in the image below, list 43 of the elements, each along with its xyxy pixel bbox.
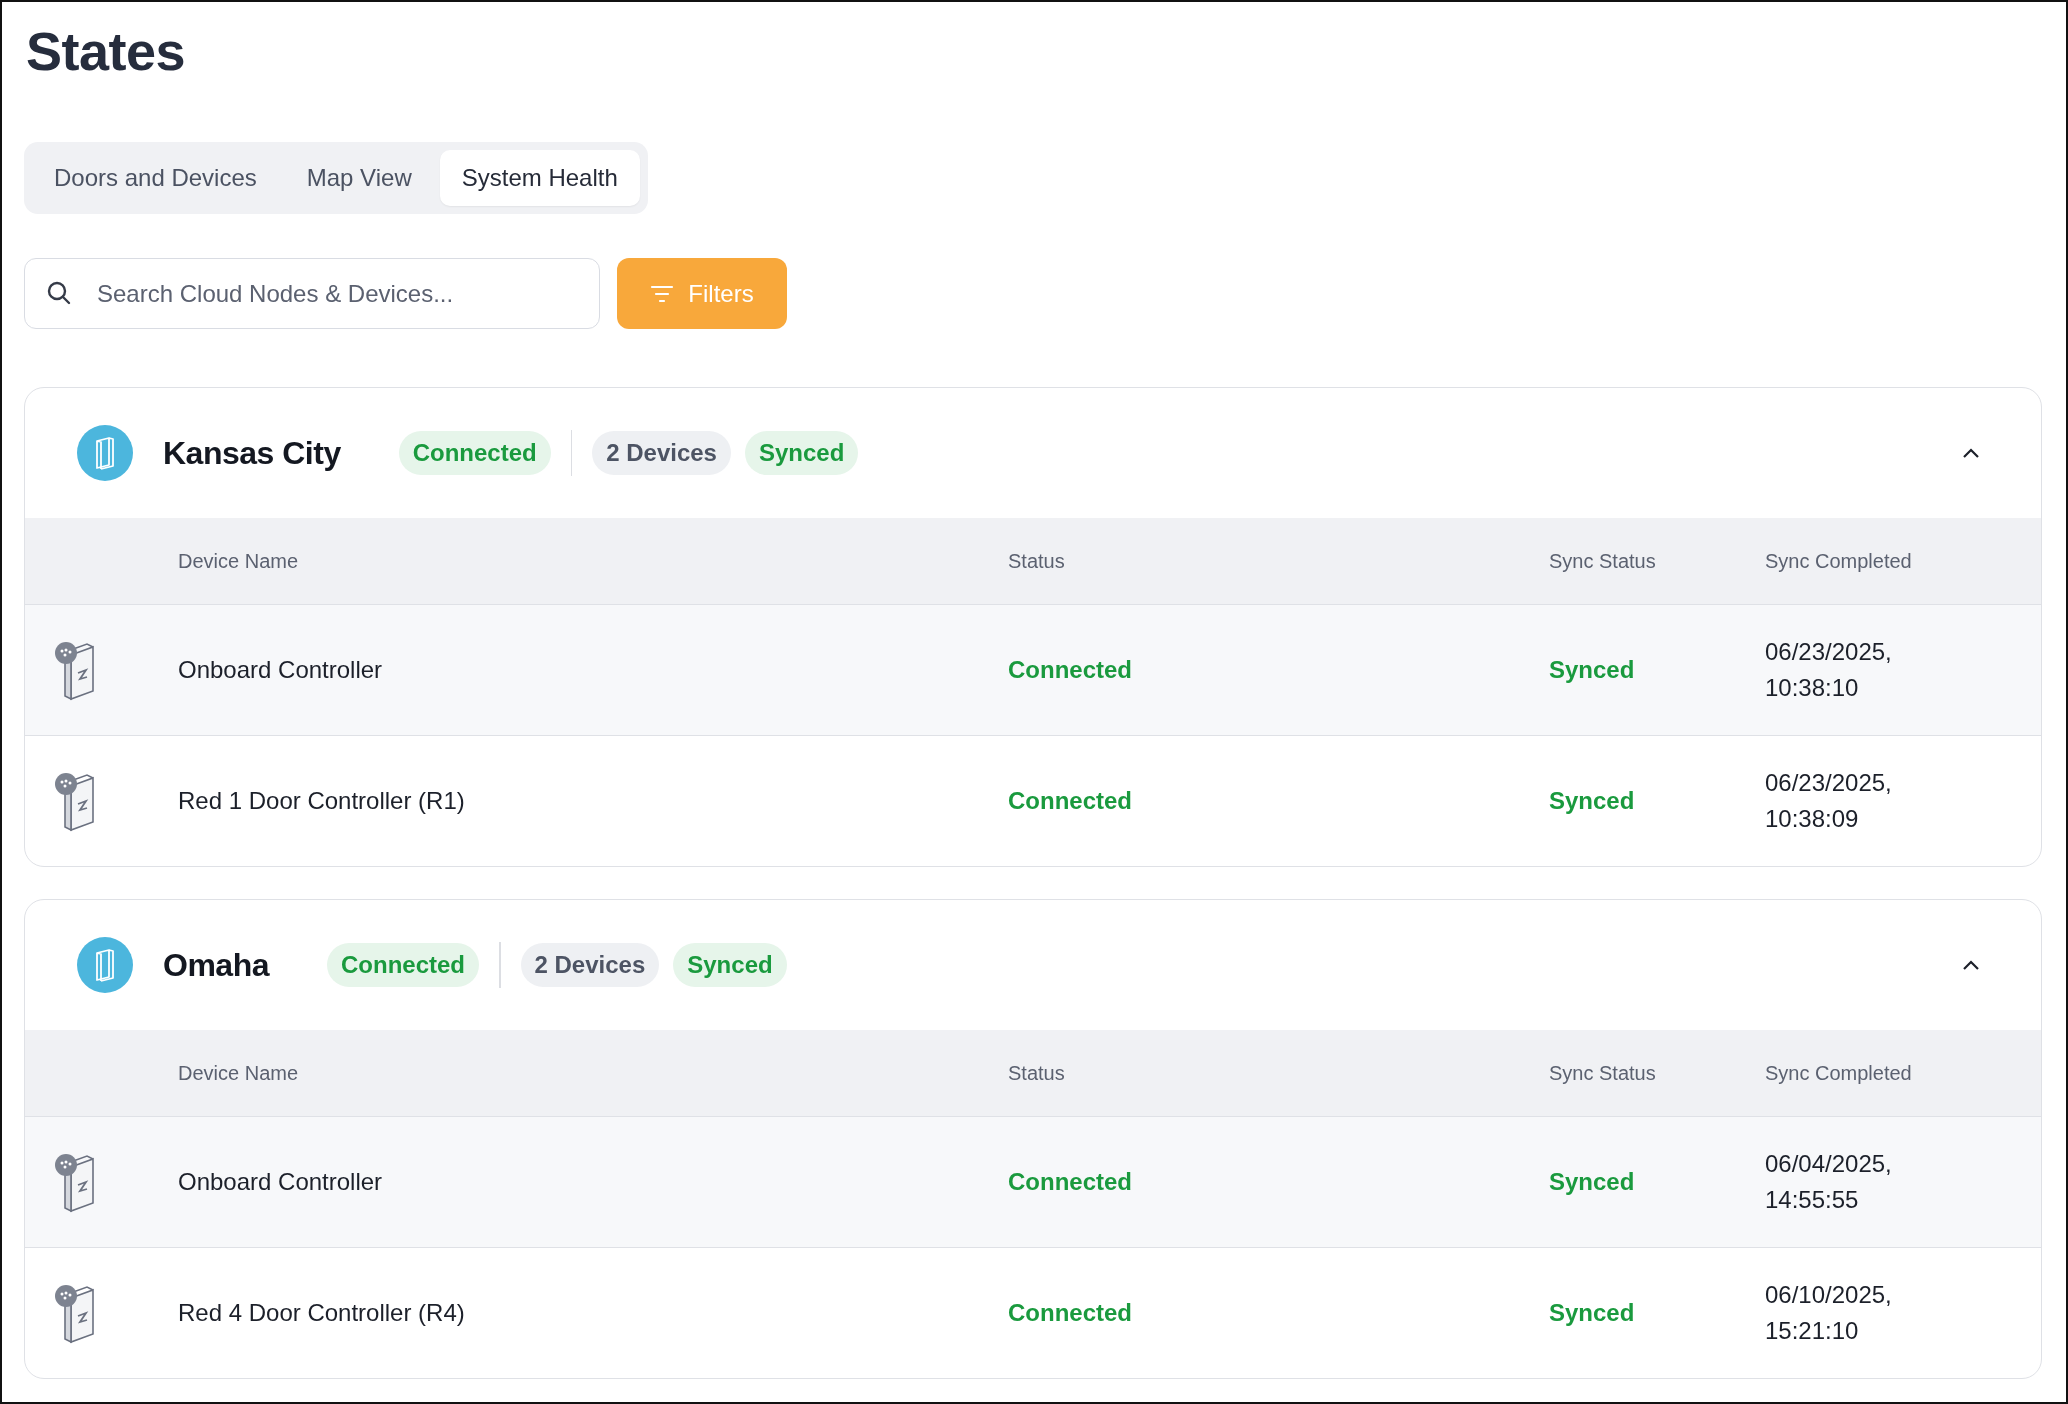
column-header: Device Name (178, 549, 300, 573)
node-name: Kansas City (163, 434, 341, 472)
device-count-badge: 2 Devices (520, 943, 660, 987)
device-name: Red 1 Door Controller (R1) (178, 787, 466, 815)
column-header: Sync Status (1549, 1061, 1657, 1085)
sync-completed-time: 06/23/2025, 10:38:09 (1765, 768, 1893, 834)
search-icon (46, 280, 72, 306)
search-field[interactable]: Search Cloud Nodes & Devices... (24, 258, 600, 329)
tab[interactable]: Doors and Devices (32, 150, 279, 206)
sync-completed-time: 06/23/2025, 10:38:10 (1765, 637, 1893, 703)
sync-status: Synced (1549, 1168, 1636, 1196)
page-title: States (26, 20, 187, 82)
column-header: Device Name (178, 1061, 300, 1085)
column-header: Sync Completed (1765, 1061, 1913, 1085)
caret-icon (1961, 447, 1981, 459)
connection-status: Connected (1008, 656, 1133, 684)
connection-status: Connected (1008, 787, 1133, 815)
status-badge: Connected (398, 431, 551, 475)
filter-icon (650, 284, 675, 303)
sync-status: Synced (1549, 787, 1636, 815)
tab[interactable]: Map View (284, 150, 434, 206)
cloud-node-icon (77, 425, 133, 481)
column-header: Sync Completed (1765, 549, 1913, 573)
column-header: Status (1008, 549, 1066, 573)
column-header: Status (1008, 1061, 1066, 1085)
cloud-node-icon (77, 937, 133, 993)
sync-status: Synced (1549, 1299, 1636, 1327)
status-badge: Connected (327, 943, 479, 987)
node-name: Omaha (163, 946, 269, 984)
sync-completed-time: 06/04/2025, 14:55:55 (1765, 1149, 1893, 1215)
connection-status: Connected (1008, 1299, 1133, 1327)
connection-status: Connected (1008, 1168, 1133, 1196)
device-name: Onboard Controller (178, 1168, 384, 1196)
column-header: Sync Status (1549, 549, 1657, 573)
sync-badge: Synced (744, 431, 859, 475)
caret-icon (1961, 959, 1981, 971)
device-count-badge: 2 Devices (592, 431, 731, 475)
tab[interactable]: System Health (439, 150, 640, 206)
sync-status: Synced (1549, 656, 1636, 684)
device-name: Red 4 Door Controller (R4) (178, 1299, 466, 1327)
sync-completed-time: 06/10/2025, 15:21:10 (1765, 1280, 1893, 1346)
device-name: Onboard Controller (178, 656, 384, 684)
sync-badge: Synced (673, 943, 787, 987)
